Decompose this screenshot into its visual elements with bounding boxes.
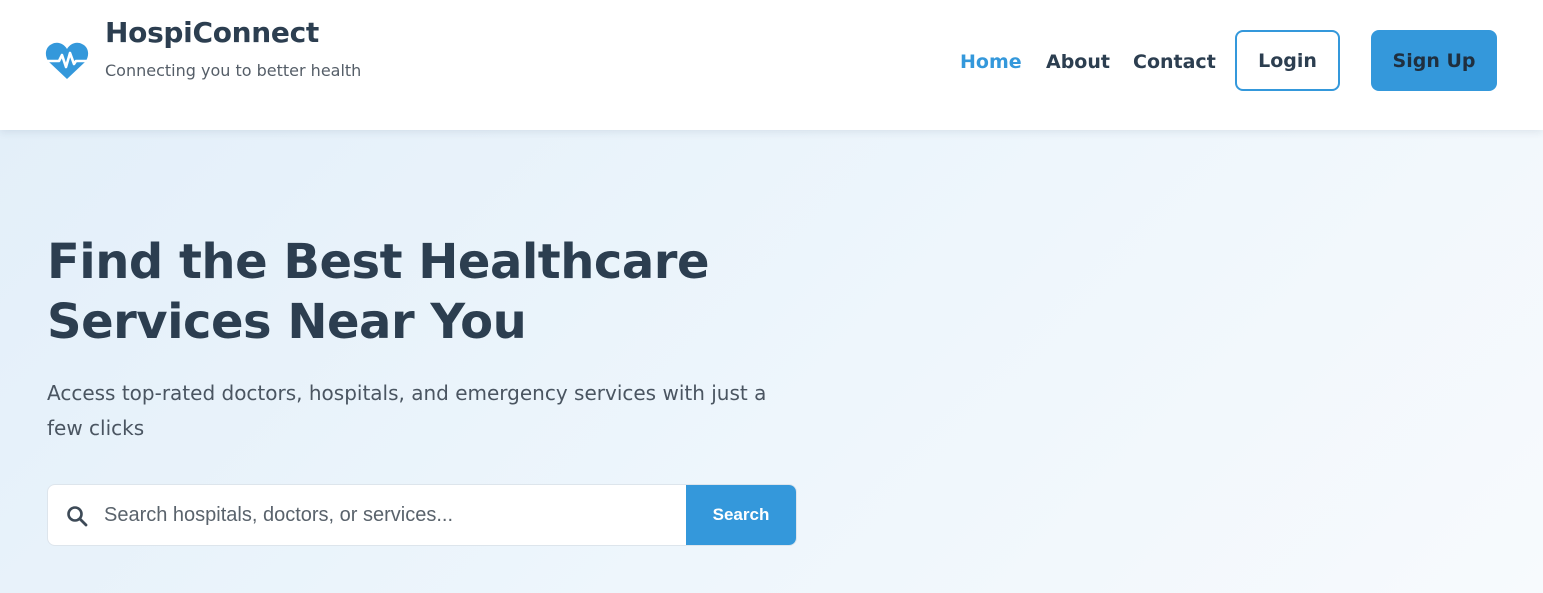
brand-tagline: Connecting you to better health xyxy=(105,61,362,80)
search-button[interactable]: Search xyxy=(686,485,796,545)
hero-subtitle: Access top-rated doctors, hospitals, and… xyxy=(47,381,767,440)
site-header: HospiConnect Connecting you to better he… xyxy=(0,0,1543,130)
search-bar: Search xyxy=(47,484,797,546)
heartbeat-icon xyxy=(45,42,89,79)
nav-contact-link[interactable]: Contact xyxy=(1133,51,1216,73)
signup-button[interactable]: Sign Up xyxy=(1371,30,1497,91)
hero-title: Find the Best Healthcare Services Near Y… xyxy=(47,234,710,350)
search-input[interactable] xyxy=(104,485,684,545)
nav-about-link[interactable]: About xyxy=(1046,51,1110,73)
nav-home-link[interactable]: Home xyxy=(960,51,1022,73)
hero-section: Find the Best Healthcare Services Near Y… xyxy=(0,130,1543,593)
brand-name[interactable]: HospiConnect xyxy=(105,16,319,49)
login-button[interactable]: Login xyxy=(1235,30,1340,91)
search-icon xyxy=(67,506,88,527)
